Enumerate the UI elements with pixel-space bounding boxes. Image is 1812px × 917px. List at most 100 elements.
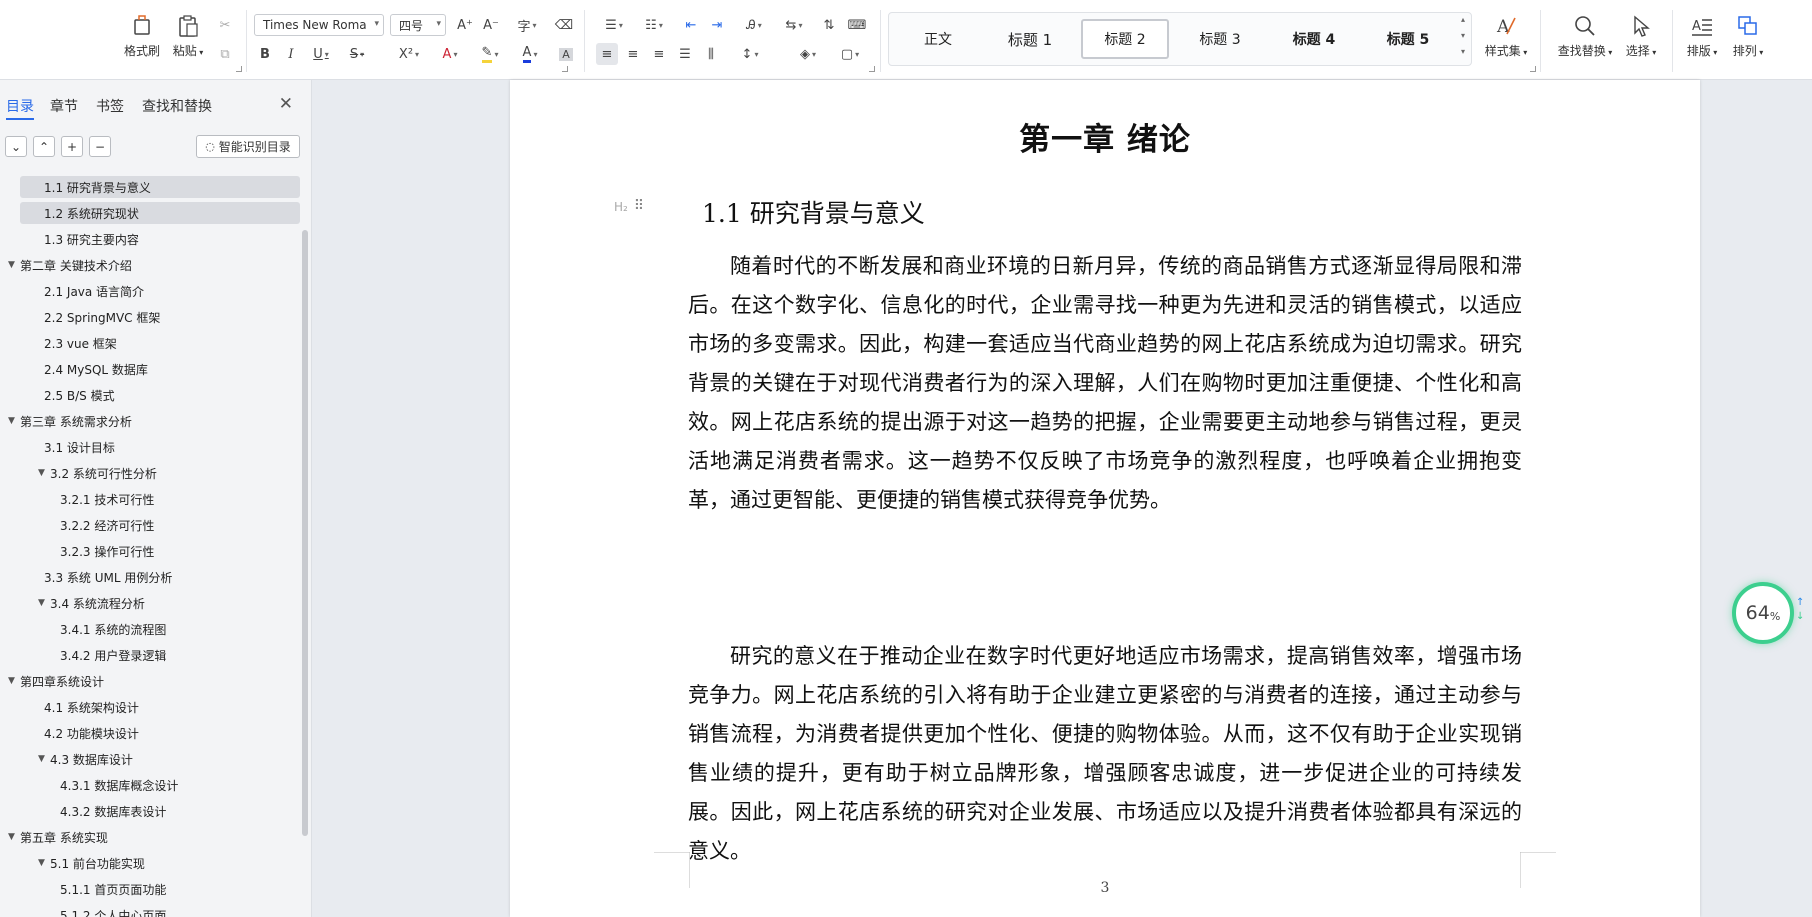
toc-item[interactable]: 2.3 vue 框架 (20, 332, 300, 354)
chapter-title[interactable]: 第一章 绪论 (510, 114, 1700, 159)
superscript-button[interactable]: X² ▾ (394, 43, 424, 65)
numbered-list-button[interactable]: ☷ ▾ (638, 14, 670, 36)
font-dialog-launcher[interactable] (562, 66, 568, 72)
toc-item[interactable]: 2.1 Java 语言简介 (20, 280, 300, 302)
arrow-up-icon[interactable]: ↑ (1796, 596, 1804, 610)
toc-item[interactable]: 4.1 系统架构设计 (20, 696, 300, 718)
select-button[interactable]: 选择 ▾ (1618, 14, 1664, 64)
body-paragraph[interactable]: 研究的意义在于推动企业在数字时代更好地适应市场需求，提高销售效率，增强市场竞争力… (688, 637, 1522, 871)
grow-font-button[interactable]: A⁺ (454, 14, 476, 36)
tab-bookmarks[interactable]: 书签 (96, 96, 124, 116)
clipboard-dialog-launcher[interactable] (236, 66, 242, 72)
align-center-button[interactable]: ≡ (622, 43, 644, 65)
clear-format-button[interactable]: ⌫ (553, 14, 575, 36)
expand-triangle-icon[interactable]: ▼ (38, 468, 50, 478)
expand-triangle-icon[interactable]: ▼ (8, 260, 20, 270)
borders-button[interactable]: ▢ ▾ (834, 43, 866, 65)
toc-item[interactable]: ▼ 3.4 系统流程分析 (20, 592, 300, 614)
increase-indent-button[interactable]: ⇥ (706, 14, 728, 36)
style-normal[interactable]: 正文 (894, 19, 982, 59)
cut-button[interactable]: ✂ (214, 14, 236, 36)
zoom-step-buttons[interactable]: ↑ ↓ (1796, 596, 1804, 624)
shading-button[interactable]: ◈ ▾ (792, 43, 824, 65)
arrow-down-icon[interactable]: ↓ (1796, 610, 1804, 624)
strikethrough-button[interactable]: S ▾ (342, 43, 372, 65)
bold-button[interactable]: B (254, 43, 276, 65)
underline-button[interactable]: U ▾ (306, 43, 336, 65)
toc-item[interactable]: ▼ 第五章 系统实现 (8, 826, 294, 848)
toc-item[interactable]: 3.2.3 操作可行性 (20, 540, 300, 562)
sidebar-scrollbar[interactable] (302, 230, 308, 836)
tab-find-replace[interactable]: 查找和替换 (142, 96, 212, 116)
toc-item[interactable]: ▼ 第三章 系统需求分析 (8, 410, 294, 432)
tab-toc[interactable]: 目录 (6, 96, 34, 120)
remove-heading-button[interactable]: − (89, 136, 111, 157)
toc-item[interactable]: 5.1.2 个人中心页面 (20, 904, 300, 917)
phonetic-guide-button[interactable]: 字 ▾ (512, 14, 542, 36)
justify-button[interactable]: ☰ (674, 43, 696, 65)
char-shading-button[interactable]: A (555, 43, 577, 65)
close-icon[interactable]: ✕ (279, 94, 293, 114)
align-right-button[interactable]: ≡ (648, 43, 670, 65)
expand-triangle-icon[interactable]: ▼ (38, 858, 50, 868)
text-direction-button[interactable]: Ꭿ ▾ (738, 14, 770, 36)
sort-button[interactable]: ⇅ (818, 14, 840, 36)
toc-item[interactable]: ▼ 第二章 关键技术介绍 (8, 254, 294, 276)
italic-button[interactable]: I (280, 43, 302, 65)
section-title[interactable]: 1.1 研究背景与意义 (702, 194, 925, 230)
toc-item[interactable]: 3.4.2 用户登录逻辑 (20, 644, 300, 666)
toc-item[interactable]: 4.3.2 数据库表设计 (20, 800, 300, 822)
font-name-select[interactable]: Times New Roma ▾ (254, 14, 384, 36)
expand-triangle-icon[interactable]: ▼ (8, 676, 20, 686)
expand-triangle-icon[interactable]: ▼ (38, 754, 50, 764)
style-heading-5[interactable]: 标题 5 (1364, 19, 1452, 59)
toc-item[interactable]: ▼ 第四章系统设计 (8, 670, 294, 692)
zoom-indicator[interactable]: 64% (1732, 582, 1794, 644)
copy-button[interactable]: ⧉ (214, 43, 236, 65)
line-spacing-button[interactable]: ↕ ▾ (734, 43, 766, 65)
chevron-up-icon[interactable]: ▴ (1457, 15, 1469, 24)
toc-item[interactable]: 3.2.1 技术可行性 (20, 488, 300, 510)
paragraph-dialog-launcher[interactable] (869, 66, 875, 72)
toc-item[interactable]: 5.1.1 首页页面功能 (20, 878, 300, 900)
toc-item[interactable]: 3.1 设计目标 (20, 436, 300, 458)
toc-item[interactable]: 4.3.1 数据库概念设计 (20, 774, 300, 796)
style-set-button[interactable]: A 样式集 ▾ (1482, 14, 1530, 64)
distribute-button[interactable]: ⫼ (700, 43, 722, 65)
toc-item[interactable]: 2.5 B/S 模式 (20, 384, 300, 406)
line-break-button[interactable]: ⇆ ▾ (778, 14, 810, 36)
toc-item[interactable]: ▼ 5.1 前台功能实现 (20, 852, 300, 874)
arrange-button[interactable]: 排列 ▾ (1726, 14, 1770, 64)
style-heading-1[interactable]: 标题 1 (986, 19, 1074, 59)
toc-item[interactable]: 1.2 系统研究现状 (20, 202, 300, 224)
smart-toc-button[interactable]: ◌ 智能识别目录 (196, 135, 300, 158)
toc-item[interactable]: 1.1 研究背景与意义 (20, 176, 300, 198)
expand-triangle-icon[interactable]: ▼ (38, 598, 50, 608)
toc-item[interactable]: 2.4 MySQL 数据库 (20, 358, 300, 380)
paste-button[interactable]: 粘贴 ▾ (166, 14, 210, 64)
expand-triangle-icon[interactable]: ▼ (8, 416, 20, 426)
drag-handle-icon[interactable]: ⠿ (634, 199, 644, 214)
add-heading-button[interactable]: + (61, 136, 83, 157)
decrease-indent-button[interactable]: ⇤ (680, 14, 702, 36)
find-replace-button[interactable]: 查找替换 ▾ (1556, 14, 1614, 64)
shrink-font-button[interactable]: A⁻ (480, 14, 502, 36)
align-left-button[interactable]: ≡ (596, 43, 618, 65)
layout-button[interactable]: A 排版 ▾ (1680, 14, 1724, 64)
expand-triangle-icon[interactable]: ▼ (8, 832, 20, 842)
toc-item[interactable]: ▼ 3.2 系统可行性分析 (20, 462, 300, 484)
font-color-button[interactable]: A ▾ (514, 43, 546, 65)
collapse-all-button[interactable]: ⌄ (5, 136, 27, 157)
font-size-select[interactable]: 四号 ▾ (390, 14, 446, 36)
toc-item[interactable]: 3.3 系统 UML 用例分析 (20, 566, 300, 588)
heading-level-marker[interactable]: H₂ ⠿ (614, 199, 644, 214)
style-heading-4[interactable]: 标题 4 (1270, 19, 1358, 59)
chevron-down-icon[interactable]: ▾ (1457, 31, 1469, 40)
format-painter-button[interactable]: 格式刷 (120, 14, 164, 64)
body-paragraph[interactable]: 随着时代的不断发展和商业环境的日新月异，传统的商品销售方式逐渐显得局限和滞后。在… (688, 247, 1522, 520)
bullet-list-button[interactable]: ☰ ▾ (598, 14, 630, 36)
toc-item[interactable]: 4.2 功能模块设计 (20, 722, 300, 744)
show-marks-button[interactable]: ⌨ (846, 14, 868, 36)
highlight-button[interactable]: ✎ ▾ (474, 43, 506, 65)
toc-item[interactable]: 3.4.1 系统的流程图 (20, 618, 300, 640)
